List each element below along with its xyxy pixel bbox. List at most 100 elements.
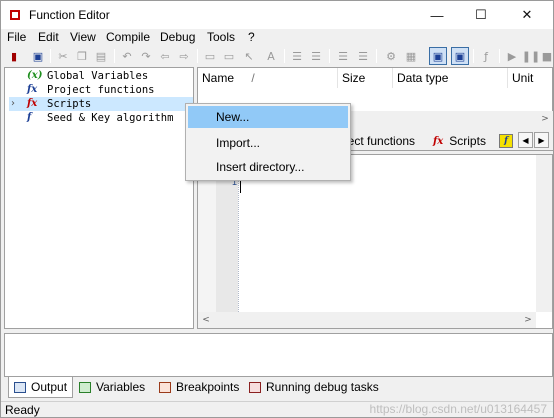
toolbar-separator — [499, 49, 500, 63]
title-bar[interactable]: Function Editor — ☐ ✕ — [1, 1, 553, 29]
status-text: Ready — [5, 403, 40, 417]
outdent-icon[interactable]: ☰ — [308, 48, 324, 64]
tab-running-debug-tasks[interactable]: Running debug tasks — [244, 377, 384, 397]
scroll-left-icon[interactable]: < — [198, 312, 214, 328]
layout-two-icon[interactable]: ▣ — [451, 47, 469, 65]
key-function-icon: f — [27, 112, 32, 123]
save-icon[interactable]: ▣ — [30, 48, 46, 64]
tab-output[interactable]: Output — [8, 377, 74, 398]
column-header-size[interactable]: Size — [338, 68, 393, 88]
script-icon: fx — [27, 98, 38, 109]
window-title: Function Editor — [29, 8, 110, 22]
menu-debug[interactable]: Debug — [158, 30, 197, 44]
menu-view[interactable]: View — [68, 30, 98, 44]
undo-icon[interactable]: ↶ — [119, 48, 135, 64]
tab-breakpoints[interactable]: Breakpoints — [154, 377, 244, 397]
close-icon: ✕ — [521, 7, 533, 22]
tab-scroll-left-button[interactable]: ◀ — [518, 132, 533, 148]
tree-item-scripts[interactable]: › fx Scripts — [9, 97, 193, 111]
function-editor-window: Function Editor — ☐ ✕ File Edit View Com… — [0, 0, 554, 418]
tree-item-label: Global Variables — [47, 70, 149, 82]
copy-icon[interactable]: ❐ — [74, 48, 90, 64]
output-panel[interactable] — [4, 333, 553, 377]
redo-icon[interactable]: ↷ — [138, 48, 154, 64]
toolbar-separator — [50, 49, 51, 63]
minimize-button[interactable]: — — [415, 1, 459, 29]
breakpoints-icon — [159, 381, 171, 393]
tab-project-functions[interactable]: ject functions — [345, 131, 415, 151]
menu-item-import[interactable]: Import... — [188, 132, 348, 154]
exit-icon[interactable]: ▮ — [6, 48, 22, 64]
uncomment-icon[interactable]: ☰ — [355, 48, 371, 64]
toolbar: ▮ ▣ ✂ ❐ ▤ ↶ ↷ ⇦ ⇨ ▭ ▭ ↖ A ☰ ☰ ☰ ☰ ⚙ ▦ ▣ … — [1, 46, 553, 66]
menu-file[interactable]: File — [5, 30, 28, 44]
debug-tasks-icon — [249, 381, 261, 393]
cut-icon[interactable]: ✂ — [55, 48, 71, 64]
window-icon[interactable]: ▭ — [202, 48, 218, 64]
column-header-name[interactable]: Name / — [198, 68, 338, 88]
toolbar-separator — [473, 49, 474, 63]
function-icon: fx — [27, 84, 38, 95]
close-button[interactable]: ✕ — [505, 1, 549, 29]
menu-item-new[interactable]: New... — [188, 106, 348, 128]
layout-one-icon[interactable]: ▣ — [429, 47, 447, 65]
minimize-icon: — — [430, 7, 444, 23]
watermark: https://blog.csdn.net/u013164457 — [369, 402, 547, 416]
column-header-data-type[interactable]: Data type — [393, 68, 508, 88]
tree-item-label: Scripts — [47, 98, 92, 110]
tree-item-global-variables[interactable]: (x) Global Variables — [9, 69, 193, 83]
indent-icon[interactable]: ☰ — [289, 48, 305, 64]
tree-item-seed-key[interactable]: f Seed & Key algorithm — [9, 111, 193, 125]
app-icon — [10, 10, 20, 20]
menu-compile[interactable]: Compile — [104, 30, 152, 44]
toolbar-separator — [284, 49, 285, 63]
editor-horizontal-scrollbar[interactable]: < > — [198, 312, 536, 328]
key-function-icon: f — [499, 134, 513, 148]
windows-icon[interactable]: ▭ — [221, 48, 237, 64]
toolbar-separator — [114, 49, 115, 63]
output-icon — [14, 381, 26, 393]
editor-vertical-scrollbar[interactable] — [536, 155, 552, 312]
export-icon[interactable]: ⇨ — [176, 48, 192, 64]
tab-scripts[interactable]: fx Scripts — [433, 131, 486, 151]
compile-icon[interactable]: ⚙ — [383, 48, 399, 64]
toolbar-separator — [197, 49, 198, 63]
maximize-button[interactable]: ☐ — [459, 1, 503, 29]
tree-item-label: Project functions — [47, 84, 155, 96]
run-icon[interactable]: ▶ — [504, 48, 520, 64]
status-bar: Ready https://blog.csdn.net/u013164457 — [1, 401, 553, 417]
menu-edit[interactable]: Edit — [36, 30, 61, 44]
script-icon: fx — [433, 135, 444, 147]
pause-icon[interactable]: ❚❚ — [522, 48, 540, 64]
function-icon[interactable]: ƒ — [478, 48, 494, 64]
variables-icon — [79, 381, 91, 393]
tab-variables[interactable]: Variables — [74, 377, 150, 397]
column-header-unit[interactable]: Unit — [508, 68, 552, 88]
tab-scroll-right-button[interactable]: ▶ — [534, 132, 549, 148]
sort-indicator-icon: / — [251, 71, 255, 85]
tree-item-project-functions[interactable]: fx Project functions — [9, 83, 193, 97]
chevron-right-icon[interactable]: › — [11, 97, 15, 111]
comment-icon[interactable]: ☰ — [335, 48, 351, 64]
toolbar-separator — [329, 49, 330, 63]
build-icon[interactable]: ▦ — [403, 48, 419, 64]
menu-bar: File Edit View Compile Debug Tools ? — [1, 29, 553, 46]
import-icon[interactable]: ⇦ — [157, 48, 173, 64]
menu-help[interactable]: ? — [246, 30, 257, 44]
function-tree[interactable]: (x) Global Variables fx Project function… — [4, 67, 194, 329]
text-caret — [240, 179, 242, 193]
toolbar-separator — [376, 49, 377, 63]
menu-tools[interactable]: Tools — [205, 30, 237, 44]
pointer-icon[interactable]: ↖ — [241, 48, 257, 64]
context-menu: New... Import... Insert directory... — [185, 103, 351, 181]
variables-icon: (x) — [27, 70, 43, 81]
tab-seed-key[interactable]: f — [499, 131, 513, 151]
stop-icon[interactable]: ■ — [539, 48, 554, 64]
font-size-icon[interactable]: A — [263, 48, 279, 64]
maximize-icon: ☐ — [475, 7, 487, 22]
menu-item-insert-directory[interactable]: Insert directory... — [188, 156, 348, 178]
paste-icon[interactable]: ▤ — [93, 48, 109, 64]
tree-item-label: Seed & Key algorithm — [47, 112, 174, 124]
scroll-right-icon[interactable]: > — [537, 111, 553, 127]
scroll-right-icon[interactable]: > — [520, 312, 536, 328]
